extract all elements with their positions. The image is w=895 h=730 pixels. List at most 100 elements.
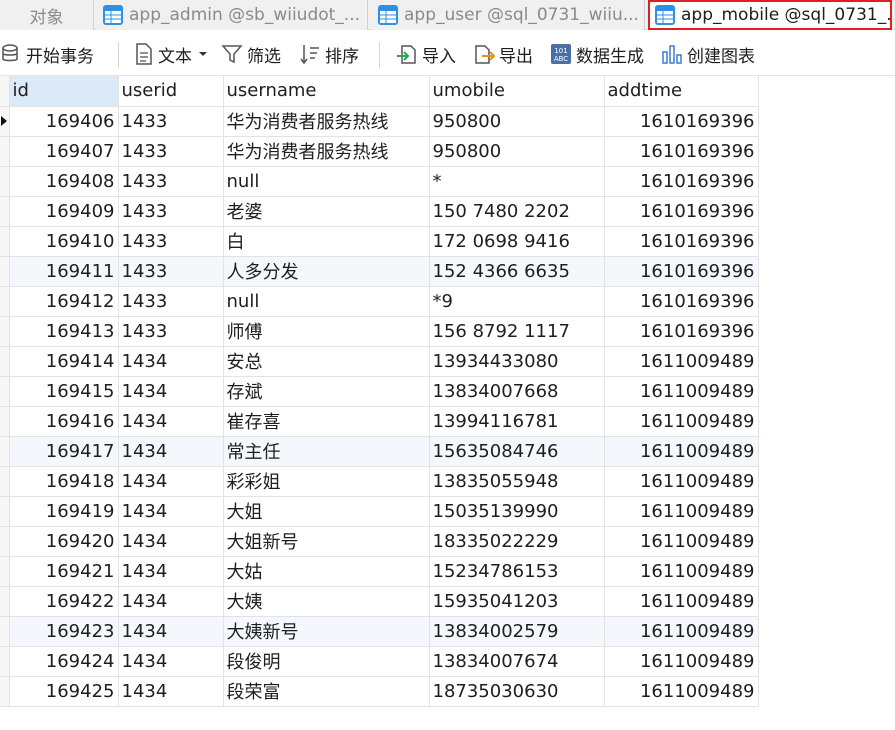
table-row[interactable]: 169414 1434 安总 13934433080 1611009489 <box>0 346 759 377</box>
cell-id[interactable]: 169417 <box>9 436 119 467</box>
row-selector[interactable] <box>0 526 10 557</box>
cell-userid[interactable]: 1433 <box>118 286 224 317</box>
tab-app-user[interactable]: app_user @sql_0731_wiiu... <box>371 0 645 30</box>
cell-id[interactable]: 169425 <box>9 676 119 707</box>
table-row[interactable]: 169406 1433 华为消费者服务热线 950800 1610169396 <box>0 106 759 137</box>
cell-umobile[interactable]: 18335022229 <box>429 526 605 557</box>
table-row[interactable]: 169412 1433 null *9 1610169396 <box>0 286 759 317</box>
cell-addtime[interactable]: 1610169396 <box>604 256 759 287</box>
row-selector[interactable] <box>0 286 10 317</box>
cell-userid[interactable]: 1434 <box>118 586 224 617</box>
cell-userid[interactable]: 1433 <box>118 136 224 167</box>
cell-username[interactable]: 老婆 <box>223 196 430 227</box>
table-row[interactable]: 169419 1434 大姐 15035139990 1611009489 <box>0 496 759 527</box>
row-selector[interactable] <box>0 106 10 137</box>
cell-addtime[interactable]: 1610169396 <box>604 166 759 197</box>
row-selector[interactable] <box>0 556 10 587</box>
cell-umobile[interactable]: 13834007674 <box>429 646 605 677</box>
cell-umobile[interactable]: 172 0698 9416 <box>429 226 605 257</box>
import-button[interactable]: 导入 <box>396 42 456 67</box>
export-button[interactable]: 导出 <box>473 42 533 67</box>
cell-username[interactable]: 大姨新号 <box>223 616 430 647</box>
row-selector[interactable] <box>0 136 10 167</box>
cell-addtime[interactable]: 1611009489 <box>604 406 759 437</box>
cell-addtime[interactable]: 1610169396 <box>604 196 759 227</box>
table-row[interactable]: 169421 1434 大姑 15234786153 1611009489 <box>0 556 759 587</box>
cell-umobile[interactable]: 15234786153 <box>429 556 605 587</box>
table-row[interactable]: 169411 1433 人多分发 152 4366 6635 1610169396 <box>0 256 759 287</box>
row-selector[interactable] <box>0 466 10 497</box>
cell-username[interactable]: 彩彩姐 <box>223 466 430 497</box>
sort-button[interactable]: 排序 <box>299 42 359 67</box>
cell-addtime[interactable]: 1611009489 <box>604 646 759 677</box>
column-header-userid[interactable]: userid <box>118 76 224 107</box>
row-selector[interactable] <box>0 376 10 407</box>
table-row[interactable]: 169407 1433 华为消费者服务热线 950800 1610169396 <box>0 136 759 167</box>
cell-addtime[interactable]: 1610169396 <box>604 106 759 137</box>
row-selector[interactable] <box>0 226 10 257</box>
cell-username[interactable]: 段荣富 <box>223 676 430 707</box>
column-header-id[interactable]: id <box>9 76 119 107</box>
tab-app-admin[interactable]: app_admin @sb_wiiudot_... <box>96 0 368 30</box>
cell-id[interactable]: 169416 <box>9 406 119 437</box>
cell-addtime[interactable]: 1611009489 <box>604 526 759 557</box>
cell-id[interactable]: 169410 <box>9 226 119 257</box>
cell-umobile[interactable]: * <box>429 166 605 197</box>
cell-addtime[interactable]: 1610169396 <box>604 226 759 257</box>
cell-id[interactable]: 169411 <box>9 256 119 287</box>
table-row[interactable]: 169425 1434 段荣富 18735030630 1611009489 <box>0 676 759 707</box>
cell-id[interactable]: 169407 <box>9 136 119 167</box>
cell-userid[interactable]: 1433 <box>118 166 224 197</box>
cell-addtime[interactable]: 1611009489 <box>604 676 759 707</box>
cell-userid[interactable]: 1434 <box>118 496 224 527</box>
cell-username[interactable]: 白 <box>223 226 430 257</box>
table-row[interactable]: 169416 1434 崔存喜 13994116781 1611009489 <box>0 406 759 437</box>
table-row[interactable]: 169409 1433 老婆 150 7480 2202 1610169396 <box>0 196 759 227</box>
cell-umobile[interactable]: 15035139990 <box>429 496 605 527</box>
row-selector[interactable] <box>0 166 10 197</box>
cell-username[interactable]: 崔存喜 <box>223 406 430 437</box>
cell-addtime[interactable]: 1611009489 <box>604 616 759 647</box>
cell-umobile[interactable]: 13834002579 <box>429 616 605 647</box>
cell-addtime[interactable]: 1611009489 <box>604 466 759 497</box>
filter-button[interactable]: 筛选 <box>221 42 281 67</box>
cell-umobile[interactable]: 15635084746 <box>429 436 605 467</box>
cell-umobile[interactable]: 18735030630 <box>429 676 605 707</box>
cell-userid[interactable]: 1434 <box>118 556 224 587</box>
cell-id[interactable]: 169415 <box>9 376 119 407</box>
row-selector[interactable] <box>0 616 10 647</box>
begin-transaction-button[interactable]: 开始事务 <box>0 42 94 67</box>
row-selector[interactable] <box>0 586 10 617</box>
cell-umobile[interactable]: 950800 <box>429 106 605 137</box>
create-chart-button[interactable]: 创建图表 <box>661 42 755 67</box>
cell-userid[interactable]: 1434 <box>118 646 224 677</box>
cell-userid[interactable]: 1433 <box>118 256 224 287</box>
table-row[interactable]: 169424 1434 段俊明 13834007674 1611009489 <box>0 646 759 677</box>
cell-addtime[interactable]: 1611009489 <box>604 556 759 587</box>
table-row[interactable]: 169413 1433 师傅 156 8792 1117 1610169396 <box>0 316 759 347</box>
row-selector[interactable] <box>0 496 10 527</box>
cell-id[interactable]: 169421 <box>9 556 119 587</box>
cell-umobile[interactable]: 13994116781 <box>429 406 605 437</box>
cell-id[interactable]: 169424 <box>9 646 119 677</box>
cell-username[interactable]: 大姨 <box>223 586 430 617</box>
row-selector[interactable] <box>0 346 10 377</box>
row-selector[interactable] <box>0 646 10 677</box>
cell-umobile[interactable]: 950800 <box>429 136 605 167</box>
cell-addtime[interactable]: 1611009489 <box>604 496 759 527</box>
table-row[interactable]: 169408 1433 null * 1610169396 <box>0 166 759 197</box>
cell-userid[interactable]: 1434 <box>118 466 224 497</box>
row-selector[interactable] <box>0 406 10 437</box>
row-selector[interactable] <box>0 256 10 287</box>
tab-objects[interactable]: 对象 <box>0 0 94 30</box>
cell-id[interactable]: 169414 <box>9 346 119 377</box>
cell-id[interactable]: 169422 <box>9 586 119 617</box>
cell-umobile[interactable]: 13834007668 <box>429 376 605 407</box>
cell-id[interactable]: 169409 <box>9 196 119 227</box>
table-row[interactable]: 169415 1434 存斌 13834007668 1611009489 <box>0 376 759 407</box>
cell-username[interactable]: 段俊明 <box>223 646 430 677</box>
column-header-username[interactable]: username <box>223 76 430 107</box>
cell-id[interactable]: 169420 <box>9 526 119 557</box>
cell-userid[interactable]: 1434 <box>118 406 224 437</box>
cell-id[interactable]: 169413 <box>9 316 119 347</box>
